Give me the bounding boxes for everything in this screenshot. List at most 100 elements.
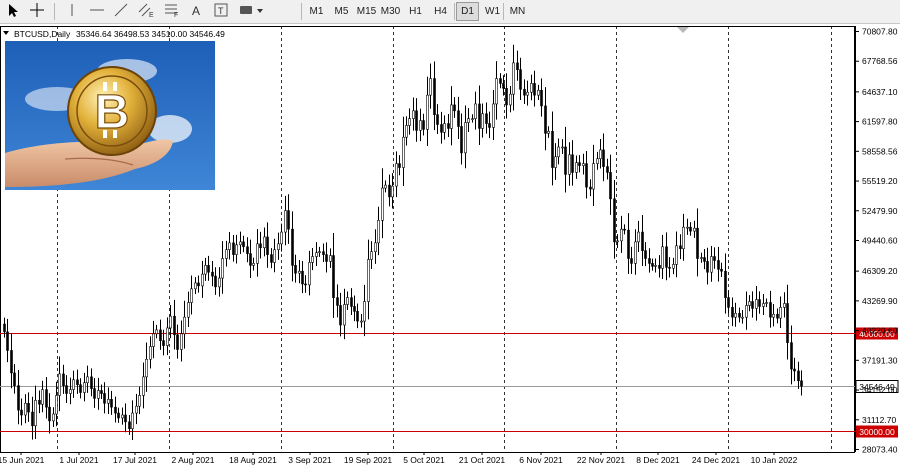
candle (41, 380, 44, 413)
timeframe-w1[interactable]: W1 (481, 2, 504, 21)
candle (554, 143, 557, 180)
candle-body-down (717, 260, 720, 270)
candle-body-up (201, 273, 204, 287)
candle (734, 302, 737, 327)
trendline-tool-button[interactable] (111, 2, 131, 21)
candle (419, 108, 422, 142)
x-axis-label: 18 Aug 2021 (229, 455, 277, 465)
candle (630, 246, 633, 274)
candle (360, 313, 363, 328)
candle-body-down (623, 228, 626, 231)
candle (339, 292, 342, 337)
candle (447, 113, 450, 137)
timeframe-mn[interactable]: MN (506, 2, 529, 21)
vertical-line-tool-button[interactable] (62, 2, 82, 21)
candle-body-down (422, 120, 425, 130)
candle-body-down (110, 399, 113, 408)
candle-body-down (533, 83, 536, 96)
candle (304, 275, 307, 293)
candle-body-down (433, 78, 436, 116)
candle-body-down (287, 210, 290, 230)
candle-body-up (762, 303, 765, 307)
candle-body-down (242, 241, 245, 248)
candle (114, 396, 117, 423)
candle (471, 114, 474, 123)
candle-body-up (620, 228, 623, 242)
candle (152, 320, 155, 359)
candle-body-down (571, 154, 574, 173)
symbol-dropdown-icon[interactable] (3, 31, 9, 35)
candle (488, 111, 491, 139)
candle (620, 215, 623, 253)
candle (284, 195, 287, 246)
candle (329, 248, 332, 268)
timeframe-m1[interactable]: M1 (305, 2, 328, 21)
candle (793, 357, 796, 382)
candle-body-down (797, 370, 800, 382)
candle (530, 74, 533, 101)
candle (464, 105, 467, 169)
candle-body-up (783, 303, 786, 308)
candle (585, 151, 588, 199)
candle-body-down (602, 149, 605, 167)
candle (627, 213, 630, 274)
candle-body-down (505, 88, 508, 106)
candle (745, 291, 748, 330)
candle-body-up (686, 226, 689, 229)
y-axis-label: 46309.20 (862, 266, 898, 276)
y-axis-label: 49440.60 (862, 236, 898, 246)
candle (194, 277, 197, 295)
candle-body-up (311, 256, 314, 263)
timeframe-h1[interactable]: H1 (404, 2, 427, 21)
candle (582, 153, 585, 175)
candle-body-up (634, 241, 637, 264)
candle (322, 243, 325, 262)
candle-body-down (103, 393, 106, 404)
candle (408, 108, 411, 135)
timeframe-m15[interactable]: M15 (355, 2, 378, 21)
candle-body-down (544, 105, 547, 134)
candle (277, 232, 280, 260)
candle-body-down (214, 275, 217, 288)
candle (65, 375, 68, 403)
candle (457, 96, 460, 140)
candle-body-up (693, 227, 696, 232)
candle (800, 370, 803, 396)
candle (443, 115, 446, 140)
candle (228, 231, 231, 260)
shapes-tool-button[interactable] (237, 2, 267, 21)
candle (13, 364, 16, 394)
candle-body-up (121, 414, 124, 419)
timeframe-d1[interactable]: D1 (456, 2, 479, 21)
channel-tool-button[interactable]: E (136, 2, 156, 21)
candle (197, 275, 200, 293)
candle (710, 245, 713, 282)
candle (790, 325, 793, 385)
candle-body-down (609, 172, 612, 200)
horizontal-line-tool-button[interactable] (87, 2, 107, 21)
timeframe-h4[interactable]: H4 (429, 2, 452, 21)
candle (762, 293, 765, 316)
text-tool-tool-button[interactable]: A (187, 2, 207, 21)
candle (609, 154, 612, 215)
candle (201, 260, 204, 298)
cursor-arrow-tool-button[interactable] (3, 2, 23, 21)
candle-body-up (166, 327, 169, 346)
candle (561, 139, 564, 155)
candle-body-down (793, 368, 796, 372)
candle-body-up (107, 399, 110, 404)
text-label-tool-button[interactable]: T (211, 2, 231, 21)
candle (634, 229, 637, 275)
fibonacci-tool-button[interactable]: F (161, 2, 181, 21)
candle (298, 259, 301, 284)
horizontal-line-icon (89, 3, 105, 20)
candle (239, 231, 242, 255)
candle-body-up (346, 297, 349, 305)
timeframe-m5[interactable]: M5 (330, 2, 353, 21)
timeframe-m30[interactable]: M30 (379, 2, 402, 21)
crosshair-tool-button[interactable] (27, 2, 47, 21)
candle-body-down (124, 414, 127, 423)
crosshair-icon (29, 2, 45, 21)
candle (24, 394, 27, 424)
candle-body-up (682, 226, 685, 250)
